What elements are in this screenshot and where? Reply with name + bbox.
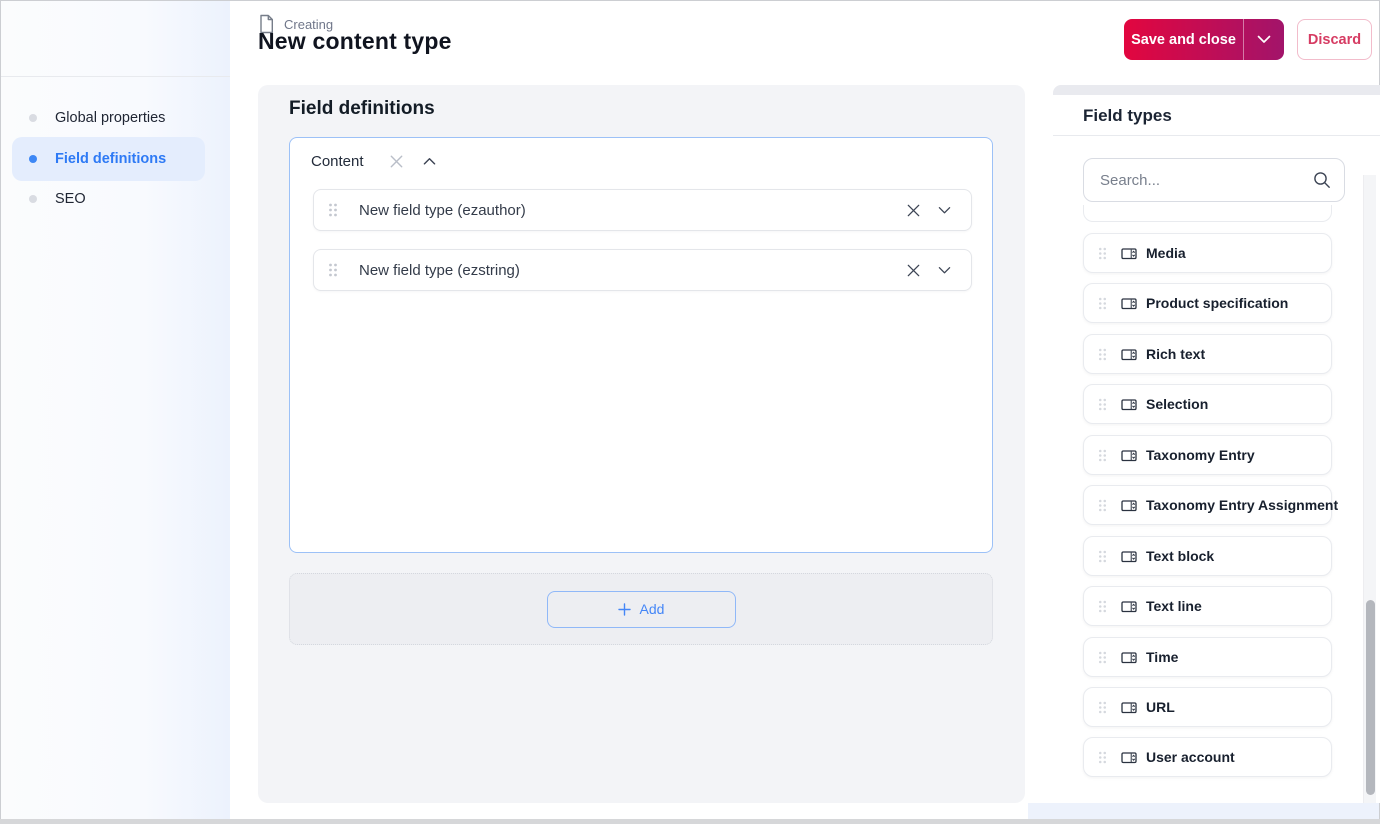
expand-field-icon[interactable]: [934, 262, 955, 279]
drag-handle-icon: [1098, 651, 1107, 664]
panel-backdrop: [1028, 803, 1379, 819]
field-definition-row[interactable]: New field type (ezstring): [313, 249, 972, 291]
field-group-content: Content New field type (ezauthor) New fi…: [289, 137, 993, 553]
field-type-icon: [1121, 650, 1137, 665]
field-type-icon: [1121, 599, 1137, 614]
field-type-item-selection[interactable]: Selection: [1083, 384, 1332, 424]
field-type-item-product-specification[interactable]: Product specification: [1083, 283, 1332, 323]
panel-top-strip: [1053, 85, 1380, 95]
drag-handle-icon: [1098, 751, 1107, 764]
expand-field-icon[interactable]: [934, 202, 955, 219]
drag-handle-icon: [1098, 297, 1107, 310]
add-group-dropzone: Add: [289, 573, 993, 645]
field-type-label: Product specification: [1146, 295, 1289, 311]
field-type-icon: [1121, 347, 1137, 362]
drag-handle-icon[interactable]: [328, 263, 338, 277]
drag-handle-icon: [1098, 499, 1107, 512]
field-type-icon: [1121, 700, 1137, 715]
field-type-icon: [1121, 448, 1137, 463]
drag-handle-icon: [1098, 398, 1107, 411]
nav-dot-icon: [29, 195, 37, 203]
chevron-down-icon: [1257, 35, 1271, 44]
field-type-label: Taxonomy Entry: [1146, 447, 1255, 463]
section-title: Field definitions: [289, 98, 435, 119]
field-type-item-taxonomy-entry[interactable]: Taxonomy Entry: [1083, 435, 1332, 475]
field-type-icon: [1121, 498, 1137, 513]
group-name-label: Content: [311, 153, 364, 170]
nav-dot-icon: [29, 155, 37, 163]
remove-field-icon[interactable]: [903, 200, 924, 221]
drag-handle-icon: [1098, 701, 1107, 714]
scrollbar-thumb[interactable]: [1366, 600, 1375, 795]
anchor-sidebar: Global properties Field definitions SEO: [1, 1, 230, 819]
search-input[interactable]: [1083, 158, 1345, 202]
sidebar-item-seo[interactable]: SEO: [12, 177, 205, 221]
sidebar-item-global-properties[interactable]: Global properties: [12, 96, 205, 140]
drag-handle-icon: [1098, 348, 1107, 361]
add-button-label: Add: [639, 601, 665, 617]
save-and-close-button[interactable]: Save and close: [1124, 19, 1243, 60]
field-types-panel: Field types Media Product specification: [1053, 85, 1380, 803]
sidebar-item-label: SEO: [55, 191, 86, 207]
search-icon[interactable]: [1313, 171, 1331, 194]
field-type-label: Rich text: [1146, 346, 1206, 362]
field-label: New field type (ezauthor): [359, 201, 526, 219]
field-type-item-text-block[interactable]: Text block: [1083, 536, 1332, 576]
field-type-item-user-account[interactable]: User account: [1083, 737, 1332, 777]
field-type-item-rich-text[interactable]: Rich text: [1083, 334, 1332, 374]
plus-icon: [617, 602, 631, 616]
add-button[interactable]: Add: [546, 590, 736, 628]
field-type-item-time[interactable]: Time: [1083, 637, 1332, 677]
drag-handle-icon: [1098, 550, 1107, 563]
collapse-group-icon[interactable]: [419, 153, 440, 170]
nav-dot-icon: [29, 114, 37, 122]
field-type-icon: [1121, 549, 1137, 564]
scrollbar-track[interactable]: [1363, 175, 1376, 803]
field-label: New field type (ezstring): [359, 261, 520, 279]
field-type-label: Taxonomy Entry Assignment: [1146, 497, 1339, 513]
field-type-item-media[interactable]: Media: [1083, 233, 1332, 273]
field-type-label: Text line: [1146, 598, 1202, 614]
field-type-icon: [1121, 296, 1137, 311]
field-types-title: Field types: [1083, 106, 1172, 125]
page-title: New content type: [258, 28, 452, 54]
field-type-icon: [1121, 246, 1137, 261]
save-and-close-split-button[interactable]: Save and close: [1124, 19, 1284, 60]
drag-handle-icon: [1098, 600, 1107, 613]
field-type-icon: [1121, 750, 1137, 765]
field-type-label: Text block: [1146, 548, 1215, 564]
field-type-label: User account: [1146, 749, 1235, 765]
sidebar-item-label: Global properties: [55, 110, 166, 126]
remove-group-icon[interactable]: [386, 151, 407, 172]
content-type-editor-window: Global properties Field definitions SEO …: [0, 0, 1380, 824]
save-options-caret[interactable]: [1243, 19, 1284, 60]
sidebar-item-label: Field definitions: [55, 151, 167, 167]
drag-handle-icon: [1098, 247, 1107, 260]
remove-field-icon[interactable]: [903, 260, 924, 281]
field-type-label: Selection: [1146, 396, 1209, 412]
discard-button[interactable]: Discard: [1297, 19, 1372, 60]
field-type-label: Time: [1146, 649, 1179, 665]
drag-handle-icon: [1098, 449, 1107, 462]
field-type-item-url[interactable]: URL: [1083, 687, 1332, 727]
list-item-partial: [1083, 205, 1332, 222]
window-bottom-frame: [0, 819, 1380, 824]
field-type-label: URL: [1146, 699, 1175, 715]
panel-divider: [1053, 135, 1380, 136]
field-type-label: Media: [1146, 245, 1186, 261]
field-type-item-taxonomy-entry-assignment[interactable]: Taxonomy Entry Assignment: [1083, 485, 1338, 525]
drag-handle-icon[interactable]: [328, 203, 338, 217]
field-type-item-text-line[interactable]: Text line: [1083, 586, 1332, 626]
field-definition-row[interactable]: New field type (ezauthor): [313, 189, 972, 231]
sidebar-item-field-definitions[interactable]: Field definitions: [12, 137, 205, 181]
field-group-header: Content: [311, 151, 440, 172]
sidebar-divider: [1, 76, 230, 77]
field-type-icon: [1121, 397, 1137, 412]
field-definitions-panel: Field definitions Content New field type…: [258, 85, 1025, 803]
